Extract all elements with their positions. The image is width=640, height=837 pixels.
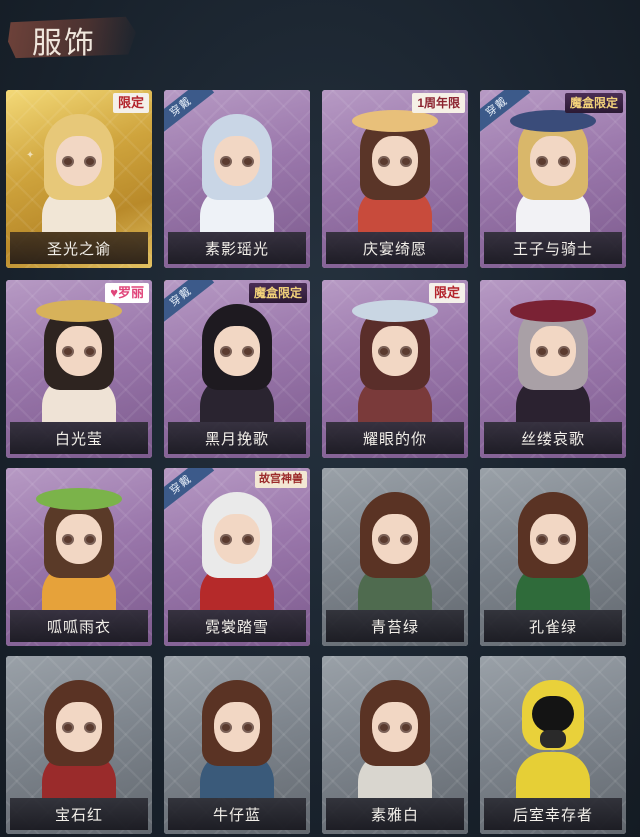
character-headwear — [36, 300, 122, 322]
outfit-name: 后室幸存者 — [484, 798, 622, 830]
character-eye — [62, 346, 74, 357]
character-headwear — [352, 300, 438, 322]
character-eye — [62, 534, 74, 545]
gas-mask-filter — [540, 730, 566, 748]
header: 服饰 — [0, 0, 640, 80]
outfit-name: 耀眼的你 — [326, 422, 464, 454]
character-eye — [220, 722, 232, 733]
outfit-name: 呱呱雨衣 — [10, 610, 148, 642]
outfit-name: 青苔绿 — [326, 610, 464, 642]
outfit-card[interactable]: 牛仔蓝 — [164, 656, 310, 834]
character-headwear — [510, 300, 596, 322]
character-eye — [400, 346, 412, 357]
character-eye — [536, 346, 548, 357]
character-headwear — [352, 110, 438, 132]
character-eye — [242, 156, 254, 167]
outfit-name: 黑月挽歌 — [168, 422, 306, 454]
character-eye — [400, 156, 412, 167]
character-eye — [84, 534, 96, 545]
character-eye — [400, 722, 412, 733]
outfit-name: 丝缕哀歌 — [484, 422, 622, 454]
outfit-card[interactable]: 孔雀绿 — [480, 468, 626, 646]
rarity-badge: 限定 — [112, 93, 149, 113]
character-portrait — [6, 468, 152, 610]
character-eye — [242, 534, 254, 545]
character-body — [516, 752, 590, 798]
outfit-card[interactable]: 素雅白 — [322, 656, 468, 834]
outfit-name: 王子与骑士 — [484, 232, 622, 264]
outfit-card[interactable]: 穿戴 魔盒限定 黑月挽歌 — [164, 280, 310, 458]
sparkle-icon: ✦ — [26, 150, 35, 161]
rarity-badge: 限定 — [428, 283, 465, 303]
outfit-card[interactable]: 限定耀眼的你 — [322, 280, 468, 458]
character-eye — [84, 156, 96, 167]
character-eye — [558, 534, 570, 545]
rarity-badge: 1周年限 — [412, 93, 465, 113]
outfit-name: 圣光之谕 — [10, 232, 148, 264]
rarity-badge: 魔盒限定 — [564, 93, 623, 113]
outfit-card[interactable]: 1周年限庆宴绮愿 — [322, 90, 468, 268]
character-eye — [220, 534, 232, 545]
character-headwear — [36, 488, 122, 510]
character-eye — [378, 156, 390, 167]
character-portrait — [164, 656, 310, 798]
character-eye — [536, 534, 548, 545]
character-eye — [558, 346, 570, 357]
outfit-card[interactable]: 后室幸存者 — [480, 656, 626, 834]
outfit-name: 素影瑶光 — [168, 232, 306, 264]
outfit-name: 孔雀绿 — [484, 610, 622, 642]
character-eye — [84, 722, 96, 733]
character-eye — [62, 722, 74, 733]
character-eye — [378, 346, 390, 357]
rarity-badge: 魔盒限定 — [248, 283, 307, 303]
character-portrait — [480, 656, 626, 798]
outfit-card[interactable]: 青苔绿 — [322, 468, 468, 646]
outfit-card[interactable]: 丝缕哀歌 — [480, 280, 626, 458]
character-eye — [62, 156, 74, 167]
character-eye — [242, 722, 254, 733]
character-portrait — [6, 656, 152, 798]
character-eye — [536, 156, 548, 167]
character-eye — [378, 534, 390, 545]
outfit-name: 白光莹 — [10, 422, 148, 454]
character-eye — [242, 346, 254, 357]
page-title: 服饰 — [32, 26, 96, 61]
outfit-card[interactable]: ♥罗丽白光莹 — [6, 280, 152, 458]
outfit-name: 牛仔蓝 — [168, 798, 306, 830]
character-eye — [400, 534, 412, 545]
rarity-badge: 故宫神兽 — [255, 471, 307, 488]
outfit-card[interactable]: 穿戴 故宫神兽 霓裳踏雪 — [164, 468, 310, 646]
outfit-name: 霓裳踏雪 — [168, 610, 306, 642]
outfit-name: 庆宴绮愿 — [326, 232, 464, 264]
rarity-badge: ♥罗丽 — [105, 283, 149, 303]
outfit-card[interactable]: 宝石红 — [6, 656, 152, 834]
character-eye — [558, 156, 570, 167]
outfit-card[interactable]: 穿戴 魔盒限定 王子与骑士 — [480, 90, 626, 268]
outfit-card[interactable]: 呱呱雨衣 — [6, 468, 152, 646]
outfit-name: 素雅白 — [326, 798, 464, 830]
outfit-card[interactable]: ✦ 限定圣光之谕 — [6, 90, 152, 268]
character-portrait — [480, 280, 626, 422]
character-portrait — [480, 468, 626, 610]
outfit-grid: ✦ 限定 圣光之谕 穿戴 素影瑶光 1周年限 庆宴绮愿 穿戴 魔盒限定 王子与骑士 ♥罗丽 白光莹 穿戴… — [0, 86, 640, 836]
character-portrait — [322, 468, 468, 610]
character-eye — [220, 156, 232, 167]
character-eye — [220, 346, 232, 357]
character-eye — [84, 346, 96, 357]
outfit-card[interactable]: 穿戴 素影瑶光 — [164, 90, 310, 268]
character-portrait — [322, 656, 468, 798]
character-eye — [378, 722, 390, 733]
gas-mask-visor — [532, 696, 574, 732]
outfit-name: 宝石红 — [10, 798, 148, 830]
character-headwear — [510, 110, 596, 132]
